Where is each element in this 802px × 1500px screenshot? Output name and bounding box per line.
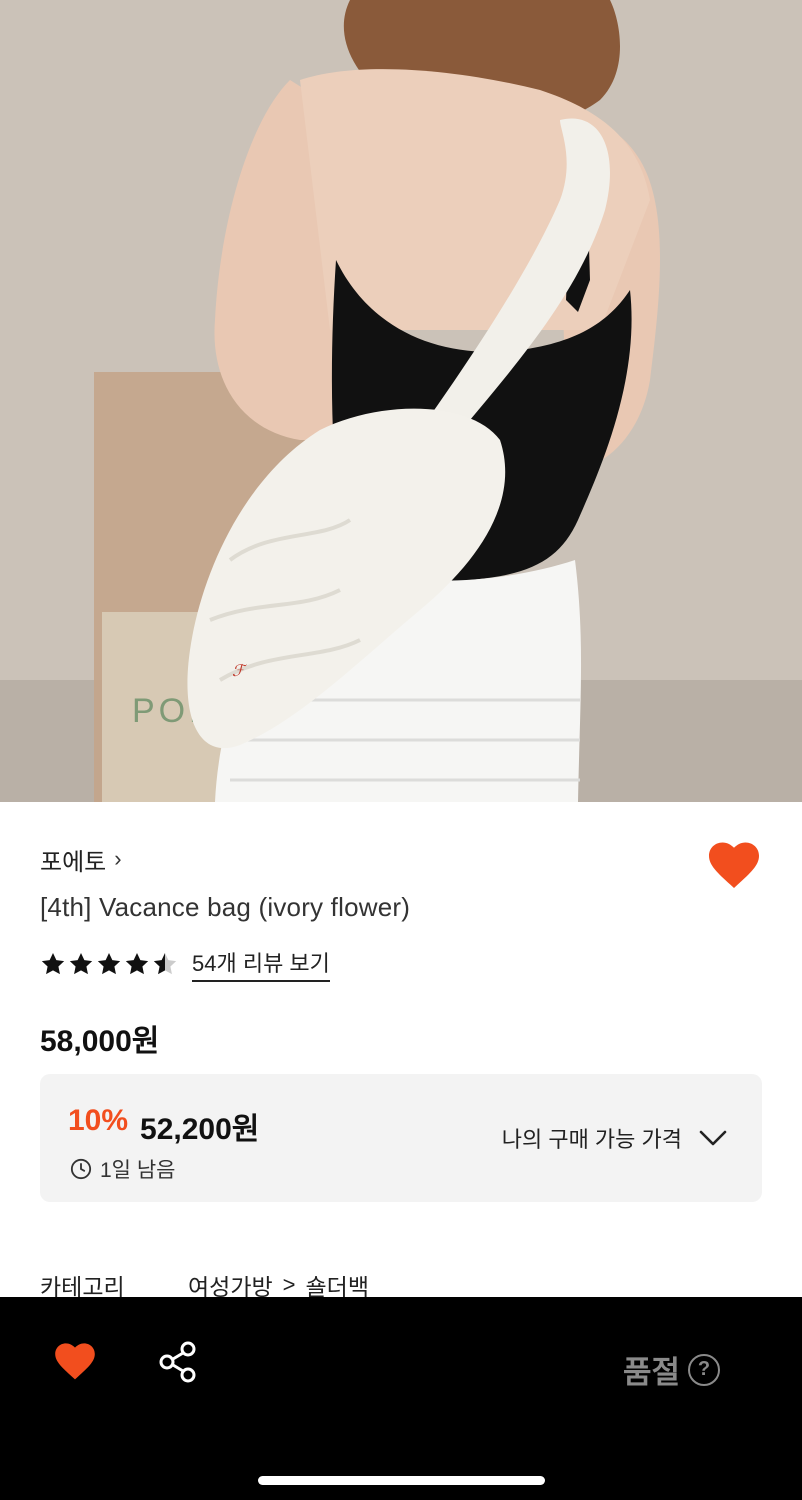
help-icon[interactable]: ?: [688, 1353, 720, 1386]
soldout-status[interactable]: 품절 ?: [623, 1347, 720, 1392]
my-price-toggle[interactable]: 나의 구매 가능 가격: [502, 1122, 728, 1154]
star-icon: [125, 952, 149, 975]
half-star-icon: [153, 952, 177, 975]
time-left-text: 1일 남음: [100, 1159, 176, 1182]
time-left: 1일 남음: [70, 1154, 175, 1184]
brand-link[interactable]: 포에토 ›: [40, 842, 122, 877]
chevron-right-icon: ›: [114, 845, 122, 871]
discount-rate: 10%: [68, 1104, 129, 1137]
share-button[interactable]: [158, 1341, 198, 1383]
star-icon: [41, 952, 65, 975]
star-icon: [69, 952, 93, 975]
product-title: [4th] Vacance bag (ivory flower): [40, 892, 411, 922]
brand-name: 포에토: [40, 849, 107, 876]
original-price: 58,000원: [40, 1025, 160, 1058]
bottom-action-bar: 품절 ?: [0, 1297, 802, 1500]
review-link[interactable]: 54개 리뷰 보기: [192, 946, 330, 982]
share-icon: [159, 1341, 196, 1383]
discount-box[interactable]: 10% 52,200원 1일 남음 나의 구매 가능 가격: [40, 1074, 762, 1202]
star-icon: [97, 952, 121, 975]
soldout-label: 품절: [622, 1355, 680, 1390]
chevron-right-icon: >: [282, 1272, 296, 1297]
star-rating: [40, 951, 178, 977]
my-price-label: 나의 구매 가능 가격: [501, 1127, 682, 1152]
clock-icon: [70, 1158, 92, 1180]
like-button[interactable]: [708, 842, 760, 890]
rating-row: 54개 리뷰 보기: [40, 946, 330, 982]
product-photo-illustration: POR ℱ: [0, 0, 802, 802]
discount-line: 10% 52,200원: [68, 1104, 259, 1148]
chevron-down-icon: [699, 1130, 727, 1146]
home-indicator[interactable]: [258, 1476, 545, 1485]
discount-price: 52,200원: [140, 1113, 260, 1146]
heart-icon: [55, 1343, 95, 1380]
bottom-like-button[interactable]: [54, 1343, 96, 1381]
heart-icon: [709, 842, 759, 888]
product-info: 포에토 › [4th] Vacance bag (ivory flower) 5…: [0, 802, 802, 1300]
product-image[interactable]: POR ℱ: [0, 0, 802, 802]
